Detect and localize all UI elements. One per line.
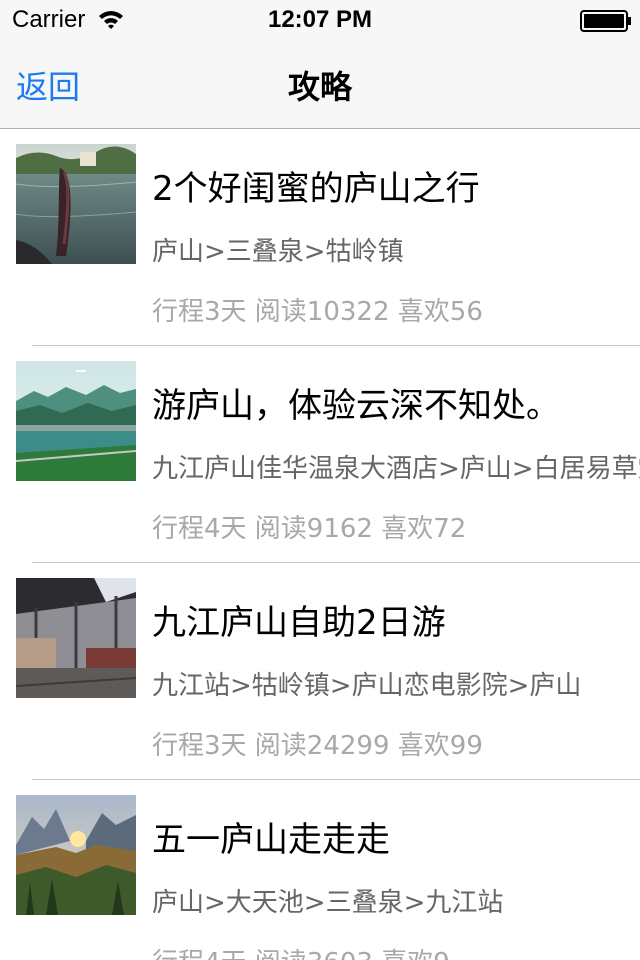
guide-route: 九江庐山佳华温泉大酒店>庐山>白居易草堂 [152,454,640,484]
guide-route: 九江站>牯岭镇>庐山恋电影院>庐山 [152,671,582,701]
guide-list-item[interactable]: 游庐山，体验云深不知处。 九江庐山佳华温泉大酒店>庐山>白居易草堂 行程4天 阅… [0,346,640,563]
guide-thumbnail-mountain-sunset [16,795,136,915]
navigation-bar: 返回 攻略 [0,40,640,129]
guide-title: 九江庐山自助2日游 [152,603,446,643]
guides-screen: Carrier 12:07 PM 返回 攻略 2个好闺蜜的庐山之行 庐山>三叠泉… [0,0,640,960]
guide-stats: 行程3天 阅读24299 喜欢99 [152,731,483,761]
guide-list-item[interactable]: 九江庐山自助2日游 九江站>牯岭镇>庐山恋电影院>庐山 行程3天 阅读24299… [0,563,640,780]
guide-list: 2个好闺蜜的庐山之行 庐山>三叠泉>牯岭镇 行程3天 阅读10322 喜欢56 [0,129,640,960]
guide-title: 游庐山，体验云深不知处。 [152,386,560,426]
guide-thumbnail-station [16,578,136,698]
guide-stats: 行程3天 阅读10322 喜欢56 [152,297,483,327]
back-button[interactable]: 返回 [16,62,80,108]
guide-thumbnail-valley [16,361,136,481]
status-bar: Carrier 12:07 PM [0,0,640,40]
guide-stats: 行程4天 阅读3603 喜欢9 [152,942,640,960]
status-time: 12:07 PM [267,6,373,33]
guide-title: 五一庐山走走走 [152,820,390,860]
guide-list-item[interactable]: 五一庐山走走走 庐山>大天池>三叠泉>九江站 行程4天 阅读3603 喜欢9 [0,780,640,960]
guide-thumbnail-lake [16,144,136,264]
guide-route: 庐山>大天池>三叠泉>九江站 [152,888,504,918]
guide-list-item[interactable]: 2个好闺蜜的庐山之行 庐山>三叠泉>牯岭镇 行程3天 阅读10322 喜欢56 [0,129,640,346]
battery-icon [580,10,631,32]
guide-route: 庐山>三叠泉>牯岭镇 [152,237,404,267]
guide-stats: 行程4天 阅读9162 喜欢72 [152,514,467,544]
page-title: 攻略 [287,68,352,106]
guide-title: 2个好闺蜜的庐山之行 [152,169,480,209]
